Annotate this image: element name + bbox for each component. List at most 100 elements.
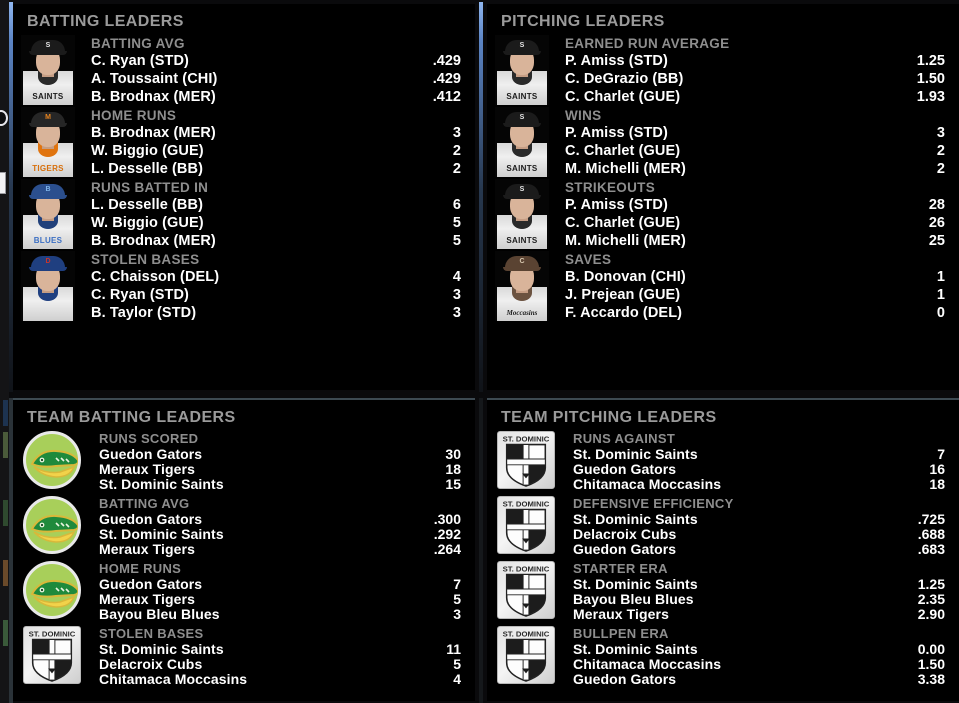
leader-name: Bayou Bleu Blues	[99, 606, 220, 622]
leader-rows: BATTING AVG Guedon Gators .300 St. Dominic …	[83, 496, 475, 557]
leader-row[interactable]: C. Charlet (GUE) 26	[565, 214, 945, 232]
leader-group: ST. DOMINIC RUNS AGAINST St. Dominic Saint…	[487, 431, 959, 496]
leader-row[interactable]: A. Toussaint (CHI) .429	[91, 70, 461, 88]
leader-row[interactable]: Meraux Tigers 2.90	[573, 607, 945, 622]
batting-leaders-panel: BATTING LEADERS S SAINTS BATTING AVG C. Ryan…	[13, 4, 475, 390]
offscreen-panel-sliver[interactable]	[0, 172, 6, 194]
leader-name: St. Dominic Saints	[573, 511, 698, 527]
cap-logo: B	[45, 186, 51, 193]
leader-row[interactable]: Delacroix Cubs 5	[99, 657, 461, 672]
leader-row[interactable]: Chitamaca Moccasins 1.50	[573, 657, 945, 672]
leader-value: 1.50	[916, 71, 945, 87]
leader-row[interactable]: C. DeGrazio (BB) 1.50	[565, 70, 945, 88]
leader-row[interactable]: P. Amiss (STD) 28	[565, 196, 945, 214]
leader-group: S SAINTS BATTING AVG C. Ryan (STD) .429 A. To…	[13, 35, 475, 107]
leader-row[interactable]: Bayou Bleu Blues 2.35	[573, 592, 945, 607]
leader-row[interactable]: L. Desselle (BB) 6	[91, 196, 461, 214]
leader-row[interactable]: Guedon Gators 3.38	[573, 672, 945, 687]
leader-row[interactable]: W. Biggio (GUE) 5	[91, 214, 461, 232]
leader-row[interactable]: P. Amiss (STD) 3	[565, 124, 945, 142]
leader-row[interactable]: Guedon Gators 16	[573, 462, 945, 477]
leader-row[interactable]: Guedon Gators .683	[573, 542, 945, 557]
leader-name: Guedon Gators	[99, 446, 203, 462]
leader-row[interactable]: Bayou Bleu Blues 3	[99, 607, 461, 622]
leader-name: C. Charlet (GUE)	[565, 143, 681, 159]
leader-row[interactable]: Chitamaca Moccasins 4	[99, 672, 461, 687]
leader-name: C. Chaisson (DEL)	[91, 269, 220, 285]
leader-value: 2	[452, 161, 461, 177]
leader-rows: DEFENSIVE EFFICIENCY St. Dominic Saints .7…	[557, 496, 959, 557]
leader-name: C. Ryan (STD)	[91, 287, 189, 303]
leader-row[interactable]: B. Brodnax (MER) .412	[91, 88, 461, 106]
stat-category-label: STRIKEOUTS	[565, 180, 656, 195]
leader-name: St. Dominic Saints	[99, 526, 224, 542]
leader-row[interactable]: C. Charlet (GUE) 1.93	[565, 88, 945, 106]
leader-rows: STARTER ERA St. Dominic Saints 1.25 Bayou B…	[557, 561, 959, 622]
leader-name: Chitamaca Moccasins	[573, 656, 722, 672]
team-logo: ST. DOMINIC	[497, 431, 557, 489]
leader-row[interactable]: Chitamaca Moccasins 18	[573, 477, 945, 492]
leader-row[interactable]: B. Brodnax (MER) 3	[91, 124, 461, 142]
leader-row[interactable]: Guedon Gators .300	[99, 512, 461, 527]
leader-row[interactable]: Guedon Gators 7	[99, 577, 461, 592]
leader-row[interactable]: Meraux Tigers 18	[99, 462, 461, 477]
jersey-wordmark: BLUES	[33, 236, 63, 245]
leader-row[interactable]: C. Charlet (GUE) 2	[565, 142, 945, 160]
leader-row[interactable]: W. Biggio (GUE) 2	[91, 142, 461, 160]
leader-row[interactable]: L. Desselle (BB) 2	[91, 160, 461, 178]
leader-rows: STOLEN BASES C. Chaisson (DEL) 4 C. Ryan (S…	[75, 251, 475, 322]
leader-row[interactable]: F. Accardo (DEL) 0	[565, 304, 945, 322]
leader-value: 0	[936, 305, 945, 321]
leader-value: 3	[936, 125, 945, 141]
leader-value: 2	[452, 143, 461, 159]
leader-row[interactable]: J. Prejean (GUE) 1	[565, 286, 945, 304]
leader-rows: BATTING AVG C. Ryan (STD) .429 A. Toussaint…	[75, 35, 475, 106]
leader-row[interactable]: C. Ryan (STD) .429	[91, 52, 461, 70]
leader-value: .429	[432, 53, 461, 69]
leader-name: B. Brodnax (MER)	[91, 89, 216, 105]
leader-name: C. Ryan (STD)	[91, 53, 189, 69]
leader-row[interactable]: M. Michelli (MER) 25	[565, 232, 945, 250]
leader-value: .292	[433, 526, 461, 542]
leader-row[interactable]: St. Dominic Saints 15	[99, 477, 461, 492]
panel-title: TEAM PITCHING LEADERS	[501, 409, 717, 426]
leader-rows: HOME RUNS Guedon Gators 7 Meraux Tigers 5 Bay…	[83, 561, 475, 622]
leader-row[interactable]: St. Dominic Saints 11	[99, 642, 461, 657]
leader-row[interactable]: St. Dominic Saints 7	[573, 447, 945, 462]
team-logo	[23, 496, 83, 554]
leader-name: Guedon Gators	[573, 461, 677, 477]
stat-category-label: HOME RUNS	[99, 561, 182, 576]
leader-row[interactable]: St. Dominic Saints .292	[99, 527, 461, 542]
edge-accent-3	[3, 500, 8, 526]
edge-accent-1	[3, 400, 8, 426]
player-portrait: S SAINTS	[21, 35, 75, 105]
leader-row[interactable]: Meraux Tigers .264	[99, 542, 461, 557]
leader-row[interactable]: C. Ryan (STD) 3	[91, 286, 461, 304]
leader-row[interactable]: St. Dominic Saints .725	[573, 512, 945, 527]
leader-value: 2	[936, 143, 945, 159]
player-portrait: S SAINTS	[495, 35, 549, 105]
leader-row[interactable]: B. Brodnax (MER) 5	[91, 232, 461, 250]
leader-row[interactable]: St. Dominic Saints 0.00	[573, 642, 945, 657]
leader-group: ST. DOMINIC DEFENSIVE EFFICIENCY St. Domin…	[487, 496, 959, 561]
leader-name: L. Desselle (BB)	[91, 197, 203, 213]
leader-value: 2	[936, 161, 945, 177]
leader-row[interactable]: Delacroix Cubs .688	[573, 527, 945, 542]
leader-row[interactable]: St. Dominic Saints 1.25	[573, 577, 945, 592]
leader-group: HOME RUNS Guedon Gators 7 Meraux Tigers 5 Bay…	[13, 561, 475, 626]
player-portrait: B BLUES	[21, 179, 75, 249]
leader-row[interactable]: B. Taylor (STD) 3	[91, 304, 461, 322]
leader-row[interactable]: B. Donovan (CHI) 1	[565, 268, 945, 286]
stdominic-logo: ST. DOMINIC	[497, 496, 555, 554]
leader-group: BATTING AVG Guedon Gators .300 St. Dominic …	[13, 496, 475, 561]
leader-row[interactable]: P. Amiss (STD) 1.25	[565, 52, 945, 70]
leader-row[interactable]: Meraux Tigers 5	[99, 592, 461, 607]
stat-category-label: RUNS AGAINST	[573, 431, 676, 446]
leader-row[interactable]: M. Michelli (MER) 2	[565, 160, 945, 178]
jersey-wordmark: SAINTS	[506, 236, 538, 245]
team-logo: ST. DOMINIC	[23, 626, 83, 684]
stat-category-label: BATTING AVG	[91, 36, 185, 51]
leader-row[interactable]: C. Chaisson (DEL) 4	[91, 268, 461, 286]
player-portrait: D	[21, 251, 75, 321]
leader-row[interactable]: Guedon Gators 30	[99, 447, 461, 462]
